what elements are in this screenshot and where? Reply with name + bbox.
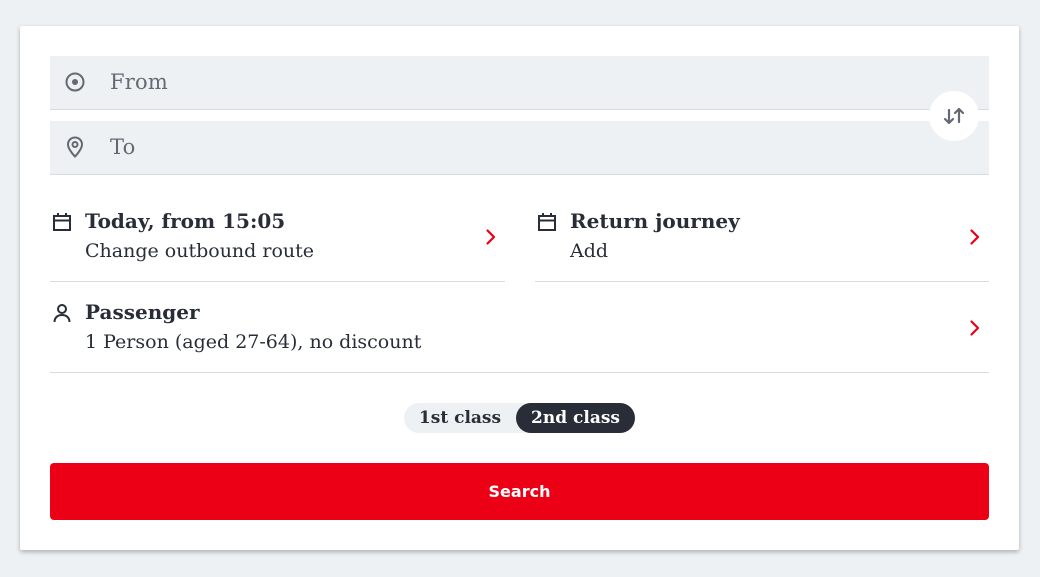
search-button[interactable]: Search xyxy=(50,463,989,520)
first-class-option[interactable]: 1st class xyxy=(404,403,516,433)
outbound-title: Today, from 15:05 xyxy=(85,209,286,233)
second-class-option[interactable]: 2nd class xyxy=(516,403,635,433)
passenger-subtitle: 1 Person (aged 27-64), no discount xyxy=(85,331,422,353)
location-pin-icon xyxy=(66,136,84,158)
from-field[interactable]: From xyxy=(50,56,989,110)
outbound-subtitle: Change outbound route xyxy=(85,240,315,262)
origin-circle-icon xyxy=(65,72,85,92)
chevron-right-icon xyxy=(486,229,496,245)
from-placeholder: From xyxy=(110,70,168,94)
swap-vertical-icon xyxy=(943,107,965,125)
return-subtitle: Add xyxy=(570,240,609,262)
to-placeholder: To xyxy=(110,135,136,159)
travel-class-toggle: 1st class 2nd class xyxy=(404,403,635,433)
chevron-right-icon xyxy=(970,320,980,336)
passenger-row[interactable]: Passenger 1 Person (aged 27-64), no disc… xyxy=(50,291,989,373)
chevron-right-icon xyxy=(970,229,980,245)
to-field[interactable]: To xyxy=(50,121,989,175)
return-title: Return journey xyxy=(570,209,740,233)
swap-button[interactable] xyxy=(929,91,979,141)
outbound-row[interactable]: Today, from 15:05 Change outbound route xyxy=(50,200,505,282)
person-icon xyxy=(53,304,71,323)
calendar-icon xyxy=(538,213,556,231)
calendar-icon xyxy=(53,213,71,231)
return-journey-row[interactable]: Return journey Add xyxy=(535,200,989,282)
passenger-title: Passenger xyxy=(85,300,200,324)
journey-search-card: From To Today, from 15:05 Change outboun… xyxy=(20,26,1019,550)
